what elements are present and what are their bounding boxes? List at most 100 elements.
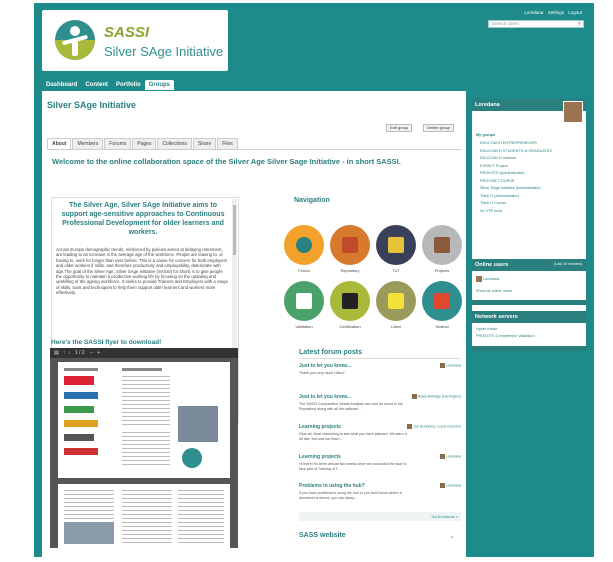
settings-link[interactable]: Settings (548, 10, 564, 15)
nav-icon-label: Toolbox (435, 324, 449, 329)
toolbox-icon[interactable] (422, 281, 462, 321)
nav-dashboard[interactable]: Dashboard (42, 80, 81, 90)
group-link[interactable]: Think D Course (480, 201, 506, 205)
main-content: Silver SAge Initiative Edit group Delete… (42, 91, 466, 557)
tab-members[interactable]: Members (72, 138, 104, 149)
forum-post-author[interactable]: Hilary Aldridge (Harrington) (411, 394, 461, 399)
tab-forums[interactable]: Forums (104, 138, 132, 149)
sidebar-toggle-icon[interactable]: ▤ (54, 350, 59, 356)
forum-post: Learning projects Dear all, Most interest… (299, 424, 461, 441)
tab-divider (47, 149, 461, 150)
nav-icon-label: ToT (392, 268, 400, 273)
group-link[interactable]: PROKOTS (Administrator) (480, 171, 525, 175)
search-icon[interactable]: ⚲ (578, 21, 581, 27)
user-link[interactable]: Loredana (524, 10, 543, 15)
group-link[interactable]: PROVIDE COURSE (480, 179, 514, 183)
tab-pages[interactable]: Pages (132, 138, 157, 149)
forum-heading: Latest forum posts (299, 349, 363, 356)
nav-icon-label: Certification (339, 324, 361, 329)
flyer-toolbar: ▤ ↑ ↓ 1 / 2 − + (50, 348, 238, 358)
group-link[interactable]: EXPACT Project (480, 164, 508, 168)
flyer-heading: Here's the SASSI flyer to download! (51, 339, 162, 346)
avatar[interactable] (563, 101, 583, 123)
online-user-avatar (476, 276, 482, 282)
network-item-2[interactable]: PROKOTS Competence Validation (476, 334, 535, 338)
book-icon[interactable] (330, 225, 370, 265)
page-frame: SASSI Silver SAge Initiative Loredana Se… (34, 3, 594, 557)
tab-about[interactable]: About (47, 138, 72, 149)
logo-title: SASSI (104, 24, 150, 41)
main-nav: Dashboard Content Portfolio Groups (42, 80, 175, 90)
medal-icon[interactable] (376, 281, 416, 321)
show-all-online-link[interactable]: Show all online users (476, 289, 512, 293)
edit-group-button[interactable]: Edit group (386, 124, 413, 132)
nav-content[interactable]: Content (81, 80, 112, 90)
forum-post: Problems in using the hub? If you have pr… (299, 483, 461, 500)
forum-post-author[interactable]: Joe Buonomo, Lucia Guerrieri (407, 424, 461, 429)
forum-post: Just to let you know... The SASSI Compara… (299, 394, 461, 411)
tab-share[interactable]: Share (192, 138, 217, 149)
go-to-forums-link[interactable]: Go to forums » (432, 514, 458, 519)
group-link[interactable]: Think D (Administrator) (480, 194, 519, 198)
books-icon[interactable] (422, 225, 462, 265)
graduation-cap-icon[interactable] (330, 281, 370, 321)
author-avatar (439, 363, 445, 368)
delete-group-button[interactable]: Delete group (423, 124, 454, 132)
forum-post-title[interactable]: Just to let you know... (299, 394, 399, 400)
forum-post-title[interactable]: Problems in using the hub? (299, 483, 399, 489)
forum-post-title[interactable]: Learning projects (299, 424, 399, 430)
top-links: Loredana Settings Logout (521, 10, 582, 15)
forum-post-author-name: Hilary Aldridge (Harrington) (417, 394, 461, 399)
network-servers-block: Network servers Hyper Inside PROKOTS Com… (472, 311, 586, 351)
forum-post: Learning projects Hi there! It's been alm… (299, 454, 461, 471)
group-link[interactable]: Silver SAge Initiative (Administrator) (480, 186, 541, 190)
notebook-icon[interactable] (376, 225, 416, 265)
forum-post-title[interactable]: Just to let you know... (299, 363, 399, 369)
site-logo[interactable]: SASSI Silver SAge Initiative (42, 10, 228, 71)
down-icon[interactable]: ↓ (68, 350, 71, 356)
forum-post: Just to let you know... Thank you very mu… (299, 363, 461, 376)
forum-post-excerpt: Hi there! It's been almost two weeks sin… (299, 462, 407, 471)
network-item-1[interactable]: Hyper Inside (476, 327, 497, 331)
author-avatar (439, 454, 445, 459)
group-link[interactable]: EDUCOACH STUDENTS of GRADUATES (480, 149, 552, 153)
nav-groups[interactable]: Groups (144, 80, 175, 90)
aims-body: Across Europe demographic trends, reinfo… (56, 247, 228, 296)
my-groups-label[interactable]: My groups (476, 133, 495, 137)
forum-post-author-name: Loredana (445, 483, 461, 488)
group-link[interactable]: Vu VTR tools (480, 209, 502, 213)
group-link[interactable]: EDUCOACH ENTREPRENEURS (480, 141, 537, 145)
forum-post-title[interactable]: Learning projects (299, 454, 399, 460)
forum-post-author[interactable]: Loredana (439, 483, 461, 488)
tab-collections[interactable]: Collections (157, 138, 192, 149)
speech-bubble-icon[interactable] (284, 225, 324, 265)
zoom-out-icon[interactable]: − (90, 350, 93, 356)
group-tabs: About Members Forums Pages Collections S… (47, 138, 239, 149)
nav-portfolio[interactable]: Portfolio (112, 80, 145, 90)
forum-post-author[interactable]: Loredana (439, 454, 461, 459)
page-indicator: 1 / 2 (74, 350, 85, 356)
forum-post-author-name: Loredana (445, 363, 461, 368)
tab-files[interactable]: Files (217, 138, 238, 149)
set-square-icon[interactable] (284, 281, 324, 321)
online-users-note: (Last 10 minutes) (554, 262, 582, 266)
forum-post-excerpt: Dear all, Most interesting to see what y… (299, 432, 407, 441)
logout-link[interactable]: Logout (568, 10, 582, 15)
search-input[interactable]: Search users ⚲ (488, 20, 584, 28)
forum-post-excerpt: The SASSI Comparative Needs Analysis can… (299, 402, 403, 411)
forum-post-excerpt: Thank you very much Hilary! (299, 371, 345, 375)
up-icon[interactable]: ↑ (63, 350, 66, 356)
online-user-name: Loredana (483, 277, 500, 281)
logo-figure-icon (55, 20, 95, 60)
online-user[interactable]: Loredana (476, 276, 499, 282)
zoom-in-icon[interactable]: + (97, 350, 100, 356)
forum-post-author[interactable]: Loredana (439, 363, 461, 368)
nav-icon-label: Validation (295, 324, 313, 329)
group-link[interactable]: EDUCOACH network (480, 156, 516, 160)
chevron-down-icon[interactable]: ⌄ (449, 532, 455, 540)
flyer-page-1 (58, 362, 230, 478)
flyer-page-2 (58, 484, 230, 548)
navigation-heading: Navigation (294, 197, 330, 204)
author-avatar (407, 424, 413, 429)
flyer-viewer[interactable]: ▤ ↑ ↓ 1 / 2 − + (50, 348, 238, 548)
